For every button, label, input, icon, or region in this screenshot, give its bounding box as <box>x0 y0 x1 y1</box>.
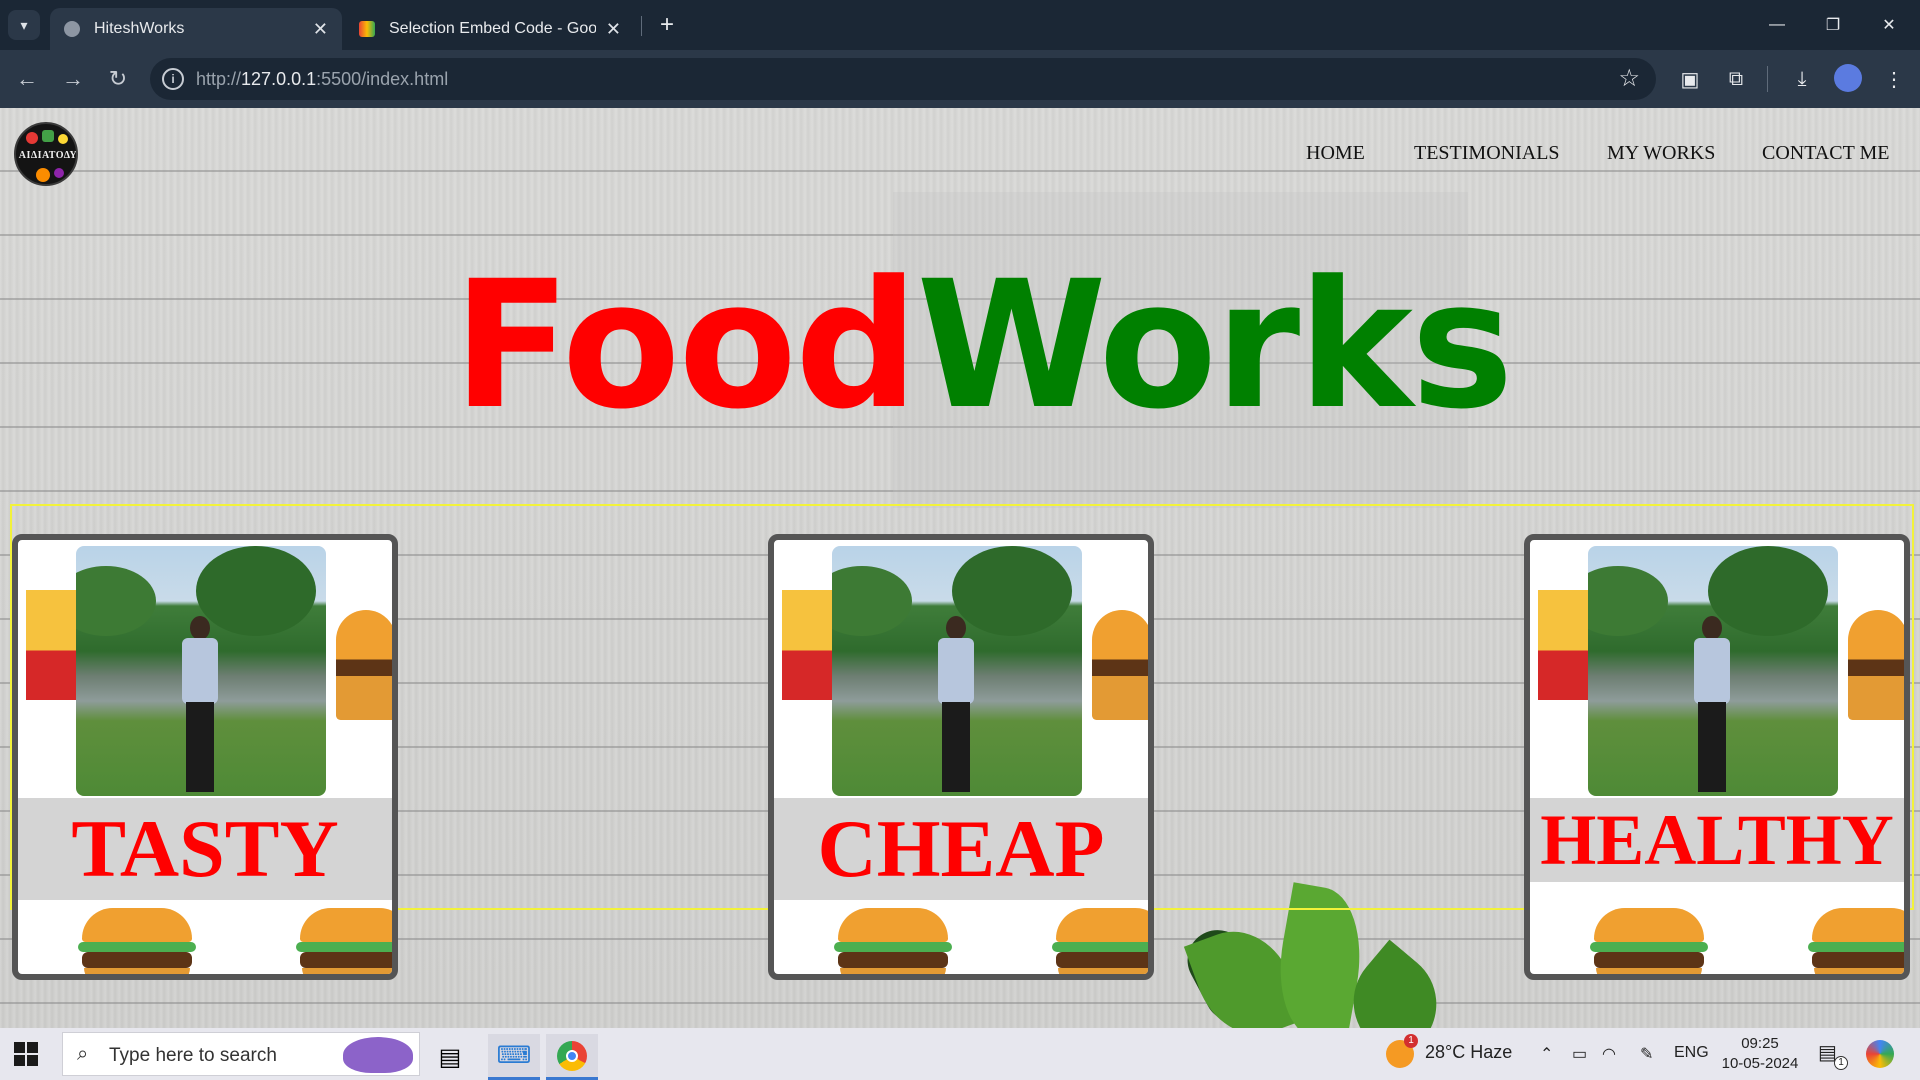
restore-icon[interactable]: ❐ <box>1810 8 1856 42</box>
card-healthy[interactable]: HEALTHY <box>1524 534 1910 980</box>
address-bar[interactable]: i http://127.0.0.1:5500/index.html ☆ <box>150 58 1656 100</box>
burger-image <box>296 908 392 974</box>
windows-taskbar: ⌕ Type here to search ▤ ⌨ 1 28°C Haze ⌃ … <box>0 1028 1920 1080</box>
hero-title-works: Works <box>916 243 1513 448</box>
profile-photo <box>832 546 1082 796</box>
close-icon[interactable]: ✕ <box>313 19 328 40</box>
card-label: HEALTHY <box>1530 798 1904 882</box>
new-tab-button[interactable]: + <box>652 10 682 40</box>
chrome-icon[interactable] <box>546 1034 598 1080</box>
battery-icon[interactable]: ▭ <box>1572 1044 1587 1064</box>
window-close-icon[interactable]: ✕ <box>1866 8 1912 42</box>
windows-start-icon[interactable] <box>14 1042 38 1066</box>
chevron-up-icon[interactable]: ⌃ <box>1540 1044 1553 1064</box>
notification-count: 1 <box>1834 1056 1848 1070</box>
tab-search-button[interactable]: ▾ <box>8 10 40 40</box>
hero-title-food: Food <box>453 243 918 448</box>
clock-date: 10-05-2024 <box>1721 1055 1799 1072</box>
task-view-icon[interactable]: ▤ <box>424 1034 476 1080</box>
card-label: CHEAP <box>774 798 1148 900</box>
profile-photo <box>76 546 326 796</box>
site-logo[interactable]: ΑΙΔΙΑΤΟΔΥ <box>14 122 78 186</box>
vscode-icon[interactable]: ⌨ <box>488 1034 540 1080</box>
language-indicator[interactable]: ENG <box>1674 1044 1709 1062</box>
wifi-icon[interactable]: ◠ <box>1602 1044 1616 1064</box>
tab-title: Selection Embed Code - Google <box>389 20 596 37</box>
copilot-icon[interactable] <box>1866 1040 1894 1068</box>
extensions-icon[interactable]: ⧉ <box>1721 64 1751 94</box>
tab-title: HiteshWorks <box>94 20 185 37</box>
google-sheets-icon <box>359 21 375 37</box>
search-placeholder: Type here to search <box>109 1045 277 1066</box>
card-tasty[interactable]: TASTY <box>12 534 398 980</box>
nav-contact-me[interactable]: CONTACT ME <box>1762 142 1889 165</box>
toolbar-separator <box>1767 66 1768 92</box>
taskbar-search-box[interactable]: ⌕ Type here to search <box>62 1032 420 1076</box>
weather-badge: 1 <box>1404 1034 1418 1048</box>
reading-mode-icon[interactable]: ▣ <box>1675 64 1705 94</box>
clock-time: 09:25 <box>1741 1035 1779 1052</box>
burger-image <box>1052 908 1148 974</box>
tab-selection-embed[interactable]: Selection Embed Code - Google ✕ <box>345 8 635 50</box>
forward-arrow-icon[interactable]: → <box>58 64 88 94</box>
tab-separator <box>641 16 642 36</box>
nav-my-works[interactable]: MY WORKS <box>1607 142 1715 165</box>
back-arrow-icon[interactable]: ← <box>12 64 42 94</box>
nav-home[interactable]: HOME <box>1306 142 1365 165</box>
card-label: TASTY <box>18 798 392 900</box>
search-icon: ⌕ <box>77 1043 89 1065</box>
more-menu-icon[interactable]: ⋮ <box>1879 64 1909 94</box>
taskbar-clock[interactable]: 09:25 10-05-2024 <box>1714 1034 1806 1074</box>
profile-photo <box>1588 546 1838 796</box>
logo-text: ΑΙΔΙΑΤΟΔΥ <box>18 150 78 161</box>
burger-image <box>834 908 952 974</box>
pen-icon[interactable]: ✎ <box>1640 1044 1653 1064</box>
hero-title: FoodWorks <box>453 258 1514 434</box>
search-highlight-image <box>343 1037 413 1073</box>
burger-image <box>1808 908 1904 974</box>
browser-tab-bar: ▾ HiteshWorks ✕ Selection Embed Code - G… <box>0 0 1920 50</box>
close-icon[interactable]: ✕ <box>606 19 621 40</box>
bookmark-star-icon[interactable]: ☆ <box>1618 64 1640 93</box>
download-icon[interactable]: ⤓ <box>1787 64 1817 94</box>
card-cheap[interactable]: CHEAP <box>768 534 1154 980</box>
weather-text[interactable]: 28°C Haze <box>1425 1042 1512 1063</box>
browser-toolbar: ← → ↻ i http://127.0.0.1:5500/index.html… <box>0 50 1920 108</box>
webpage: ΑΙΔΙΑΤΟΔΥ HOME TESTIMONIALS MY WORKS CON… <box>0 108 1920 1028</box>
tab-hiteshworks[interactable]: HiteshWorks ✕ <box>50 8 342 50</box>
reload-icon[interactable]: ↻ <box>103 64 133 94</box>
minimize-icon[interactable]: — <box>1754 8 1800 42</box>
nav-testimonials[interactable]: TESTIMONIALS <box>1414 142 1560 165</box>
site-info-icon[interactable]: i <box>162 68 184 90</box>
globe-icon <box>64 21 80 37</box>
profile-avatar[interactable] <box>1834 64 1862 92</box>
burger-image <box>78 908 196 974</box>
url-text[interactable]: http://127.0.0.1:5500/index.html <box>196 69 448 90</box>
burger-image <box>1590 908 1708 974</box>
